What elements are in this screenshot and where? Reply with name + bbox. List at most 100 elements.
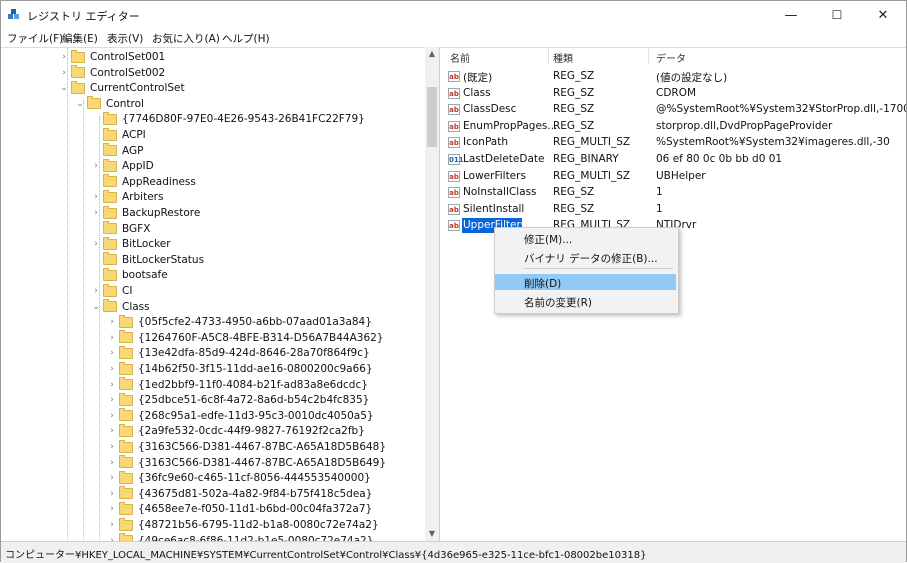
menu-edit[interactable]: 編集(E): [62, 31, 98, 46]
chevron-right-icon[interactable]: ›: [107, 364, 117, 374]
chevron-right-icon[interactable]: ›: [91, 208, 101, 218]
column-header-data[interactable]: データ: [656, 50, 686, 65]
tree-node[interactable]: bootsafe: [91, 267, 168, 283]
chevron-right-icon[interactable]: ›: [107, 504, 117, 514]
string-value-icon: ab: [448, 137, 460, 149]
tree-node[interactable]: › {2a9fe532-0cdc-44f9-9827-76192f2ca2fb}: [107, 423, 365, 439]
value-row[interactable]: ab LowerFilters REG_MULTI_SZ UBHelper: [440, 169, 906, 185]
tree-node[interactable]: › {43675d81-502a-4a82-9f84-b75f418c5dea}: [107, 486, 372, 502]
value-name: (既定): [463, 72, 493, 84]
value-row[interactable]: ab IconPath REG_MULTI_SZ %SystemRoot%¥Syste…: [440, 135, 906, 151]
tree-node[interactable]: AppReadiness: [91, 174, 196, 190]
folder-icon: [119, 470, 133, 484]
chevron-right-icon[interactable]: ›: [107, 411, 117, 421]
folder-icon: [119, 439, 133, 453]
chevron-right-icon[interactable]: ›: [91, 239, 101, 249]
chevron-down-icon[interactable]: ⌄: [59, 83, 69, 93]
menu-favorites[interactable]: お気に入り(A): [152, 31, 220, 46]
chevron-right-icon[interactable]: ›: [107, 489, 117, 499]
context-menu-modify[interactable]: 修正(M)...: [495, 230, 676, 246]
maximize-button[interactable]: ☐: [814, 1, 860, 29]
close-button[interactable]: ✕: [860, 1, 906, 29]
chevron-right-icon[interactable]: ›: [107, 395, 117, 405]
value-row[interactable]: ab (既定) REG_SZ (値の設定なし): [440, 69, 906, 85]
tree-node[interactable]: › {13e42dfa-85d9-424d-8646-28a70f864f9c}: [107, 345, 370, 361]
tree-node[interactable]: ⌄ Class: [91, 299, 150, 315]
chevron-down-icon[interactable]: ⌄: [75, 99, 85, 109]
tree-node[interactable]: › AppID: [91, 158, 154, 174]
tree-node[interactable]: ACPI: [91, 127, 146, 143]
string-value-icon: ab: [448, 203, 460, 215]
chevron-right-icon[interactable]: ›: [107, 520, 117, 530]
value-type: REG_SZ: [553, 119, 595, 132]
registry-editor-window: レジストリ エディター — ☐ ✕ ファイル(F) 編集(E) 表示(V) お気…: [0, 0, 907, 563]
chevron-right-icon[interactable]: ›: [107, 333, 117, 343]
scroll-thumb[interactable]: [427, 87, 437, 147]
scroll-up-arrow-icon[interactable]: ▲: [425, 49, 439, 58]
minimize-button[interactable]: —: [768, 1, 814, 29]
chevron-right-icon[interactable]: ›: [91, 286, 101, 296]
tree-node[interactable]: BitLockerStatus: [91, 252, 204, 268]
column-header-name[interactable]: 名前: [450, 50, 470, 65]
menu-view[interactable]: 表示(V): [107, 31, 143, 46]
tree-node[interactable]: › {48721b56-6795-11d2-b1a8-0080c72e74a2}: [107, 517, 379, 533]
value-row[interactable]: ab ClassDesc REG_SZ @%SystemRoot%¥System32¥…: [440, 102, 906, 118]
tree-node-label: CI: [122, 285, 133, 297]
registry-key-tree[interactable]: › ControlSet001 › ControlSet002 ⌄ CurrentCont…: [1, 47, 426, 542]
context-menu-delete[interactable]: 削除(D): [495, 274, 676, 290]
chevron-right-icon[interactable]: ›: [107, 348, 117, 358]
value-type: REG_SZ: [553, 103, 595, 116]
tree-node[interactable]: ⌄ CurrentControlSet: [59, 80, 185, 96]
scroll-down-arrow-icon[interactable]: ▼: [425, 529, 439, 538]
menu-help[interactable]: ヘルプ(H): [222, 31, 270, 46]
status-bar: コンピューター¥HKEY_LOCAL_MACHINE¥SYSTEM¥Curren…: [1, 541, 906, 563]
tree-node[interactable]: ⌄ Control: [75, 96, 144, 112]
tree-node[interactable]: › ControlSet001: [59, 49, 165, 65]
tree-node[interactable]: › Arbiters: [91, 189, 163, 205]
value-row[interactable]: ab SilentInstall REG_SZ 1: [440, 202, 906, 218]
tree-node[interactable]: › {14b62f50-3f15-11dd-ae16-0800200c9a66}: [107, 361, 373, 377]
string-value-icon: ab: [448, 104, 460, 116]
tree-node[interactable]: › {3163C566-D381-4467-87BC-A65A18D5B648}: [107, 439, 386, 455]
context-menu-modify-binary[interactable]: バイナリ データの修正(B)...: [495, 249, 676, 265]
tree-node-label: ACPI: [122, 129, 146, 141]
folder-icon: [119, 517, 133, 531]
chevron-right-icon[interactable]: ›: [91, 161, 101, 171]
context-menu-rename[interactable]: 名前の変更(R): [495, 293, 676, 309]
tree-node[interactable]: BGFX: [91, 221, 150, 237]
tree-node[interactable]: › BackupRestore: [91, 205, 200, 221]
tree-node-label: {1264760F-A5C8-4BFE-B314-D56A7B44A362}: [138, 331, 384, 344]
tree-node[interactable]: › {25dbce51-6c8f-4a72-8a6d-b54c2b4fc835}: [107, 392, 369, 408]
value-data: UBHelper: [656, 169, 706, 182]
value-row[interactable]: ab NoInstallClass REG_SZ 1: [440, 185, 906, 201]
value-row[interactable]: 011 LastDeleteDate REG_BINARY 06 ef 80 0c 0…: [440, 152, 906, 168]
chevron-right-icon[interactable]: ›: [59, 52, 69, 62]
tree-node[interactable]: › ControlSet002: [59, 65, 165, 81]
tree-node[interactable]: › {05f5cfe2-4733-4950-a6bb-07aad01a3a84}: [107, 314, 372, 330]
value-row[interactable]: ab Class REG_SZ CDROM: [440, 86, 906, 102]
tree-node[interactable]: AGP: [91, 143, 143, 159]
tree-node[interactable]: › {36fc9e60-c465-11cf-8056-444553540000}: [107, 470, 371, 486]
tree-node[interactable]: › BitLocker: [91, 236, 171, 252]
chevron-right-icon[interactable]: ›: [107, 380, 117, 390]
chevron-right-icon[interactable]: ›: [91, 192, 101, 202]
chevron-right-icon[interactable]: ›: [107, 442, 117, 452]
tree-node[interactable]: › {1ed2bbf9-11f0-4084-b21f-ad83a8e6dcdc}: [107, 377, 368, 393]
column-header-type[interactable]: 種類: [553, 50, 573, 65]
tree-node[interactable]: › {268c95a1-edfe-11d3-95c3-0010dc4050a5}: [107, 408, 374, 424]
chevron-right-icon[interactable]: ›: [107, 426, 117, 436]
value-row[interactable]: ab EnumPropPages... REG_SZ storprop.dll,Dvd…: [440, 119, 906, 135]
tree-node[interactable]: {7746D80F-97E0-4E26-9543-26B41FC22F79}: [91, 111, 365, 127]
menu-file[interactable]: ファイル(F): [7, 31, 63, 46]
tree-node[interactable]: › CI: [91, 283, 132, 299]
tree-node[interactable]: › {3163C566-D381-4467-87BC-A65A18D5B649}: [107, 455, 386, 471]
value-type: REG_MULTI_SZ: [553, 136, 631, 149]
chevron-right-icon[interactable]: ›: [59, 68, 69, 78]
chevron-down-icon[interactable]: ⌄: [91, 302, 101, 312]
tree-scrollbar[interactable]: ▲ ▼: [425, 47, 440, 541]
chevron-right-icon[interactable]: ›: [107, 458, 117, 468]
tree-node[interactable]: › {4658ee7e-f050-11d1-b6bd-00c04fa372a7}: [107, 501, 372, 517]
chevron-right-icon[interactable]: ›: [107, 473, 117, 483]
chevron-right-icon[interactable]: ›: [107, 317, 117, 327]
tree-node[interactable]: › {1264760F-A5C8-4BFE-B314-D56A7B44A362}: [107, 330, 384, 346]
